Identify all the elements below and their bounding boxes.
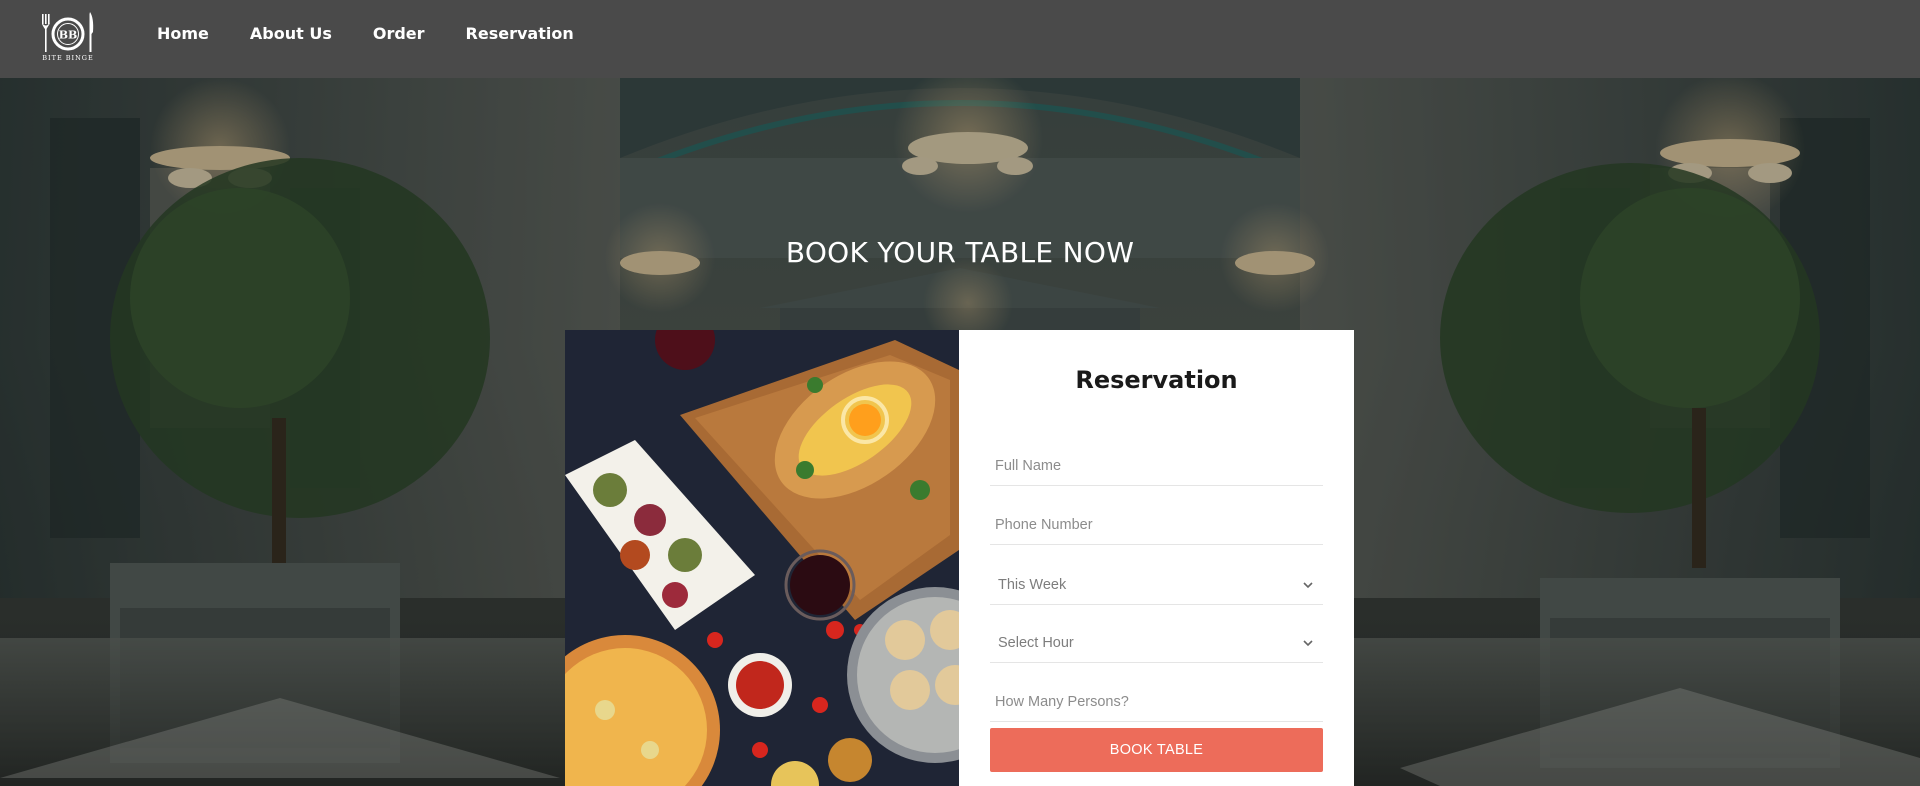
form-title: Reservation [1075,366,1238,394]
chevron-down-icon [1303,581,1313,588]
book-table-button[interactable]: BOOK TABLE [990,728,1323,772]
nav-link-about-us[interactable]: About Us [250,24,332,43]
reservation-form: Reservation This Week Select Hour BOOK T… [959,330,1354,786]
brand-name: BITE BINGE [42,54,94,62]
brand-logo[interactable]: BB BITE BINGE [38,10,98,66]
site-header: BB BITE BINGE Home About Us Order Reserv… [0,0,1920,78]
svg-text:BB: BB [59,29,78,42]
food-image [565,330,959,786]
phone-number-input[interactable] [990,505,1323,545]
nav-link-reservation[interactable]: Reservation [466,24,574,43]
fork-knife-logo-icon: BB [42,12,94,52]
hero-title: BOOK YOUR TABLE NOW [785,236,1135,269]
hour-select-value: Select Hour [998,634,1074,651]
nav-link-order[interactable]: Order [373,24,425,43]
nav-link-home[interactable]: Home [157,24,209,43]
hour-select[interactable]: Select Hour [990,623,1323,663]
chevron-down-icon [1303,639,1313,646]
week-select-value: This Week [998,576,1067,593]
reservation-card: Reservation This Week Select Hour BOOK T… [565,330,1354,786]
full-name-input[interactable] [990,446,1323,486]
week-select[interactable]: This Week [990,565,1323,605]
main-nav: Home About Us Order Reservation [157,24,615,43]
persons-input[interactable] [990,682,1323,722]
